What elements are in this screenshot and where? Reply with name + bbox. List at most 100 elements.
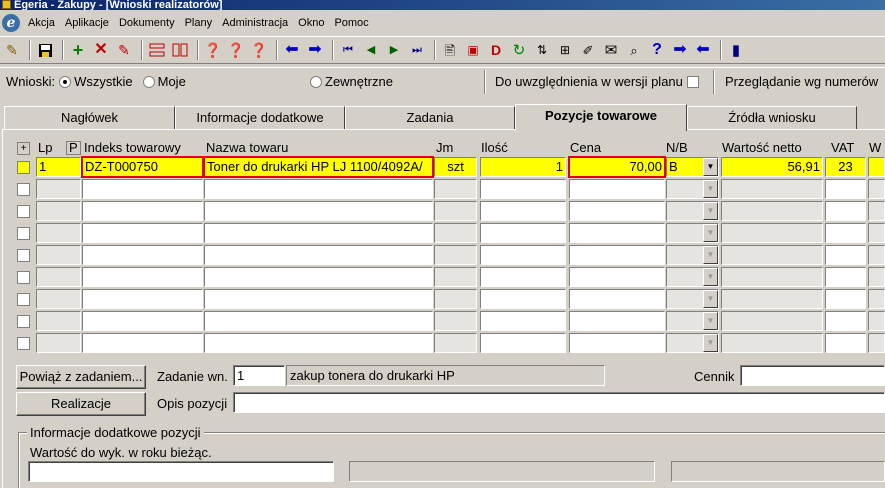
tab-bar: Nagłówek Informacje dodatkowe Zadania Po… (0, 104, 885, 131)
split-icon[interactable] (147, 40, 167, 60)
col-nb[interactable]: N/B (666, 140, 688, 155)
empty-row: ▼ (14, 226, 885, 265)
table-cell[interactable]: ▼ (666, 333, 719, 353)
add-icon[interactable]: + (68, 40, 88, 60)
table-cell[interactable] (480, 333, 566, 353)
menu-akcja[interactable]: Akcja (23, 17, 60, 29)
help-icon[interactable]: ? (647, 40, 667, 60)
merge-icon[interactable] (170, 40, 190, 60)
add-row-button[interactable]: + (17, 142, 30, 155)
tab-zadania[interactable]: Zadania (345, 106, 515, 130)
back-icon[interactable]: ⬅ (282, 40, 302, 60)
radio-mine[interactable] (142, 75, 155, 88)
chevron-down-icon[interactable]: ▼ (703, 334, 718, 352)
refresh-icon[interactable]: ↻ (509, 40, 529, 60)
find-next-icon[interactable]: ❓ (226, 40, 246, 60)
nav-right-icon[interactable]: ➡ (670, 40, 690, 60)
find-clear-icon[interactable]: ❓ (249, 40, 269, 60)
print-icon[interactable]: 🖹 (440, 40, 460, 60)
realizations-button[interactable]: Realizacje (16, 392, 146, 416)
col-qty[interactable]: Ilość (481, 140, 508, 155)
search-icon[interactable]: ⌕ (624, 40, 644, 60)
table-cell[interactable] (434, 333, 477, 353)
attach-icon[interactable]: ✐ (578, 40, 598, 60)
document-d-icon[interactable]: D (486, 40, 506, 60)
prev-record-icon[interactable]: ◀ (361, 40, 381, 60)
empty-row: ▼ (14, 182, 885, 221)
filter-separator (713, 70, 715, 94)
exit-icon[interactable]: ▮ (726, 40, 746, 60)
filter-label: Wnioski: (6, 74, 56, 89)
plan-checkbox[interactable] (686, 75, 699, 88)
current-year-value-label: Wartość do wyk. w roku bieżąc. (30, 445, 212, 460)
edit-icon[interactable]: ✎ (114, 40, 134, 60)
col-vat[interactable]: VAT (831, 140, 854, 155)
save-icon[interactable] (35, 40, 55, 60)
sort-icon[interactable]: ⇅ (532, 40, 552, 60)
radio-all-label[interactable]: Wszystkie (74, 74, 133, 89)
toolbar-separator (29, 40, 31, 60)
menu-okno[interactable]: Okno (293, 17, 329, 29)
view-by-numbers-label[interactable]: Przeglądanie wg numerów (725, 74, 878, 89)
menu-plany[interactable]: Plany (180, 17, 218, 29)
menu-aplikacje[interactable]: Aplikacje (60, 17, 114, 29)
external-group: Zewnętrzne (306, 74, 393, 89)
row-selector[interactable] (17, 337, 30, 350)
col-name[interactable]: Nazwa towaru (206, 140, 288, 155)
radio-external[interactable] (310, 75, 322, 88)
pin-icon[interactable]: ✎ (2, 40, 22, 60)
printer-color-icon[interactable]: ▣ (463, 40, 483, 60)
mail-icon[interactable]: ✉ (601, 40, 621, 60)
first-record-icon[interactable]: ⏮ (338, 40, 358, 60)
link-task-button[interactable]: Powiąż z zadaniem... (16, 365, 146, 389)
table-cell[interactable] (825, 333, 866, 353)
tree-icon[interactable]: ⊞ (555, 40, 575, 60)
tab-pozycje-towarowe[interactable]: Pozycje towarowe (515, 104, 687, 131)
find-icon[interactable]: ❓ (203, 40, 223, 60)
menu-dokumenty[interactable]: Dokumenty (114, 17, 180, 29)
plan-checkbox-label[interactable]: Do uwzględnienia w wersji planu (495, 74, 683, 89)
toolbar: ✎ + ✕ ✎ ❓ ❓ ❓ ⬅ ➡ ⏮ ◀ ▶ ⏭ 🖹 ▣ D ↻ ⇅ ⊞ ✐ … (0, 36, 885, 64)
tab-informacje-dodatkowe[interactable]: Informacje dodatkowe (175, 106, 345, 130)
next-record-icon[interactable]: ▶ (384, 40, 404, 60)
table-cell[interactable] (36, 333, 81, 353)
table-cell[interactable] (868, 333, 885, 353)
table-cell[interactable] (569, 333, 665, 353)
empty-row: ▼ (14, 204, 885, 243)
radio-mine-label[interactable]: Moje (158, 74, 186, 89)
table-cell[interactable] (82, 333, 203, 353)
menu-pomoc[interactable]: Pomoc (329, 17, 373, 29)
radio-all[interactable] (59, 75, 72, 88)
forward-icon[interactable]: ➡ (305, 40, 325, 60)
table-cell[interactable] (204, 333, 433, 353)
empty-row: ▼ (14, 292, 885, 331)
col-lp[interactable]: Lp (38, 140, 52, 155)
col-net[interactable]: Wartość netto (722, 140, 802, 155)
col-price[interactable]: Cena (570, 140, 601, 155)
tab-naglowek[interactable]: Nagłówek (4, 106, 175, 130)
col-p[interactable]: P (66, 141, 81, 155)
items-grid: + Lp P Indeks towarowy Nazwa towaru Jm I… (14, 138, 885, 360)
empty-row: ▼ (14, 160, 885, 199)
toolbar-separator (141, 40, 143, 60)
tab-zrodla-wniosku[interactable]: Źródła wniosku (687, 106, 857, 130)
col-extra[interactable]: W (869, 140, 881, 155)
toolbar-separator (434, 40, 436, 60)
empty-row: ▼ (14, 248, 885, 287)
pricelist-field[interactable] (740, 365, 885, 386)
egeria-logo-icon[interactable]: e (2, 14, 20, 32)
delete-icon[interactable]: ✕ (91, 40, 111, 60)
col-index[interactable]: Indeks towarowy (84, 140, 181, 155)
menu-administracja[interactable]: Administracja (217, 17, 293, 29)
radio-external-label[interactable]: Zewnętrzne (325, 74, 393, 89)
additional-field-2 (349, 461, 655, 482)
filter-group: Wnioski: Wszystkie Moje (6, 74, 186, 89)
col-jm[interactable]: Jm (436, 140, 453, 155)
last-record-icon[interactable]: ⏭ (407, 40, 427, 60)
nav-left-icon[interactable]: ⬅ (693, 40, 713, 60)
task-number-field[interactable]: 1 (233, 365, 285, 386)
current-year-value-field[interactable] (28, 461, 334, 482)
table-cell[interactable] (721, 333, 823, 353)
toolbar-separator (276, 40, 278, 60)
position-description-field[interactable] (233, 392, 885, 413)
